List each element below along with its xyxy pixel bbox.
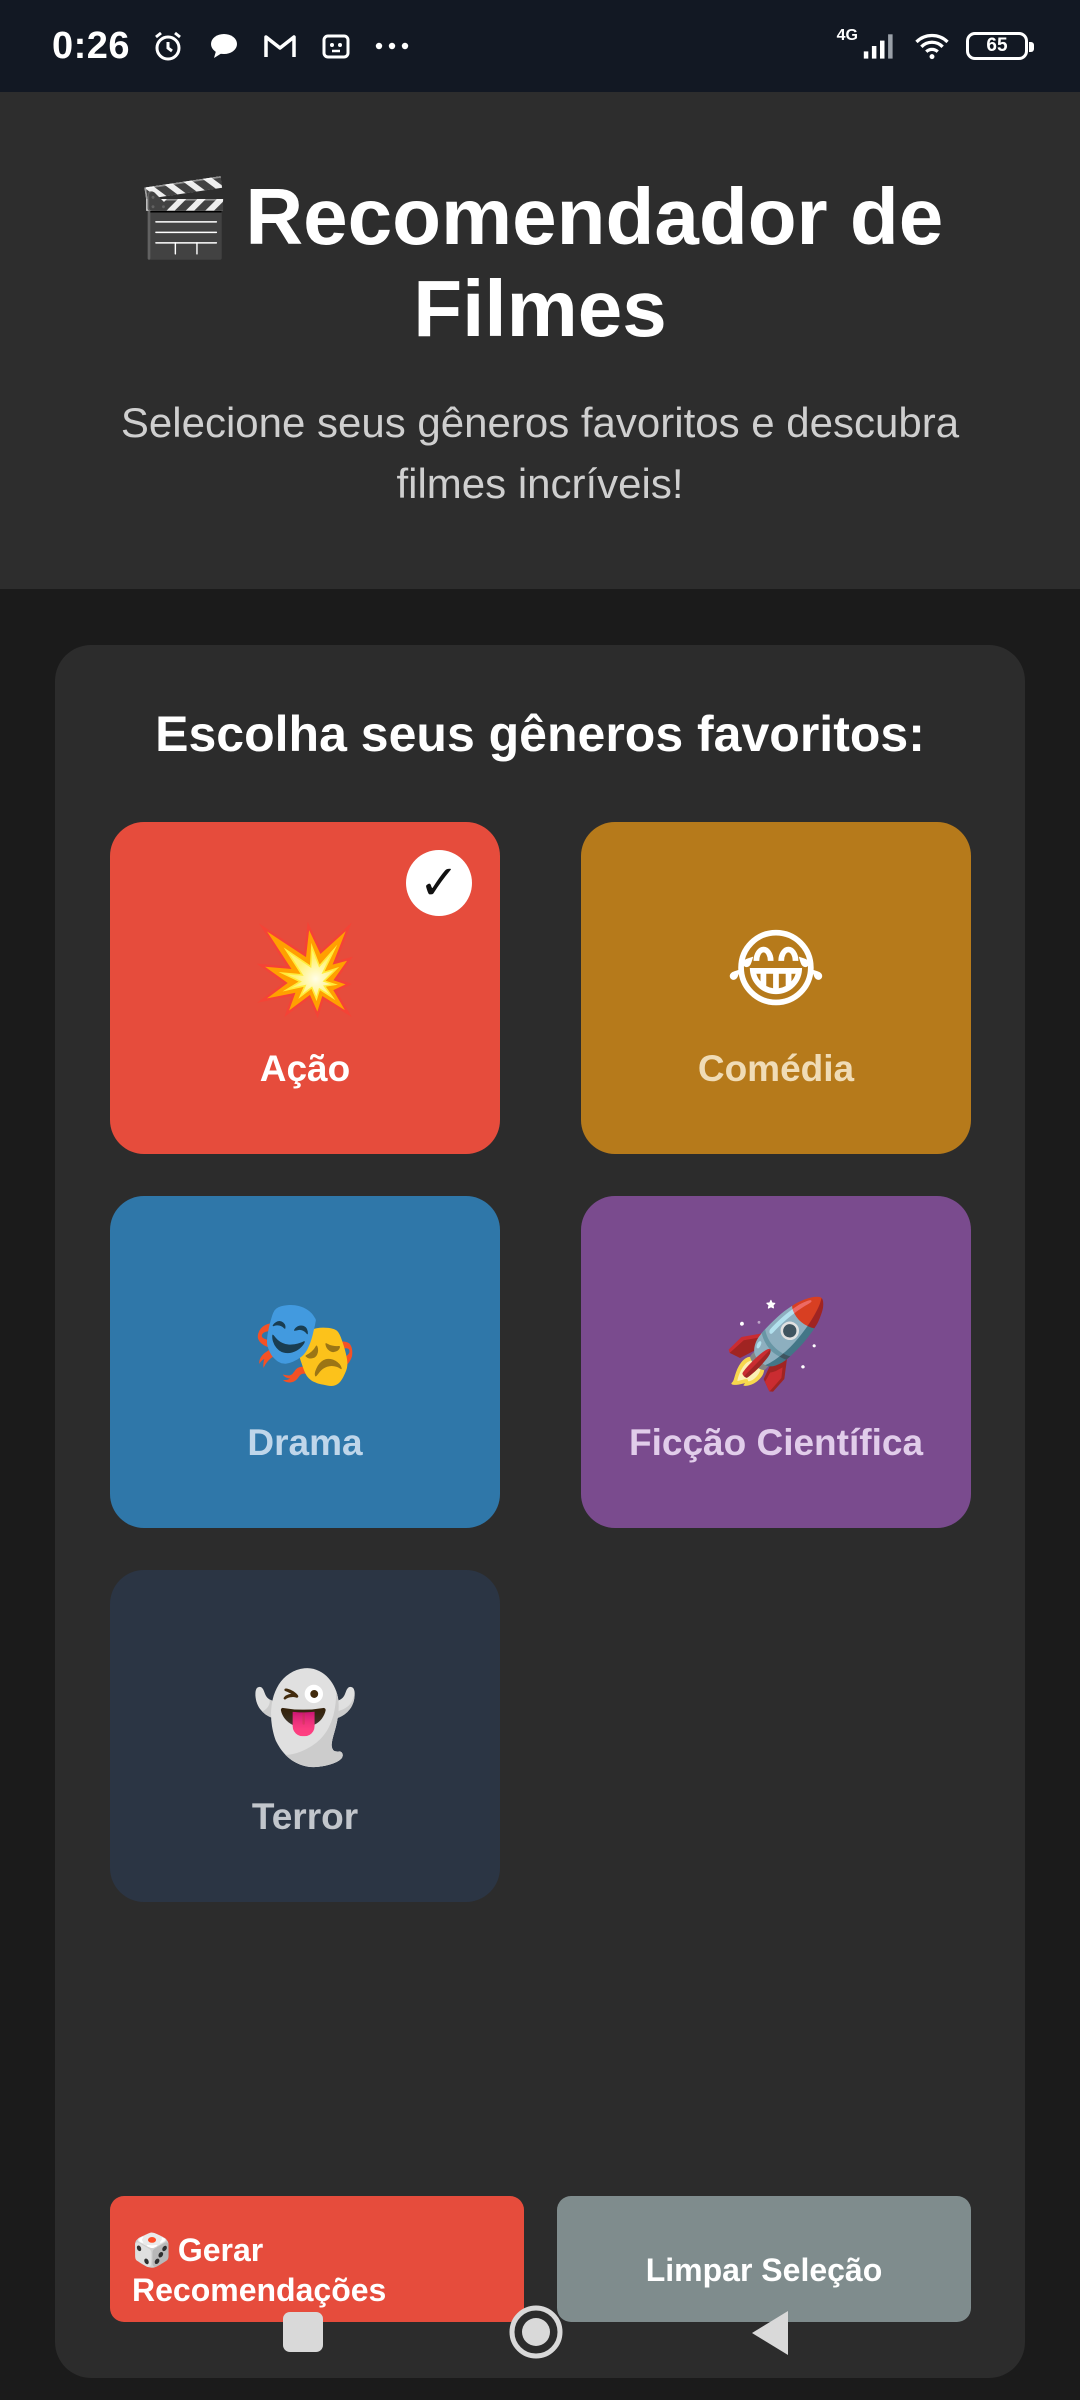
gmail-icon [262,28,298,64]
more-dots-icon [374,28,410,64]
status-bar: 0:26 4G 65 [0,0,1080,92]
alarm-icon [150,28,186,64]
genre-option-ficcao-cientifica[interactable]: 🚀 Ficção Científica [581,1196,971,1528]
screen: 0:26 4G 65 🎬 Recomendador de Filmes Sele… [0,0,1080,2400]
genre-option-acao[interactable]: ✓ 💥 Ação [110,822,500,1154]
dice-icon: 🎲 [132,2232,172,2268]
genre-card: Escolha seus gêneros favoritos: ✓ 💥 Ação… [55,645,1025,2378]
network-type-label: 4G [836,27,858,44]
genre-label: Drama [247,1422,363,1463]
genre-label: Comédia [697,1048,855,1089]
app-title: 🎬 Recomendador de Filmes [90,172,990,354]
app-header: 🎬 Recomendador de Filmes Selecione seus g… [0,92,1080,589]
genre-label: Terror [251,1796,359,1837]
genre-option-drama[interactable]: 🎭 Drama [110,1196,500,1528]
app-title-text: Recomendador de Filmes [245,172,944,353]
battery-indicator: 65 [966,32,1034,60]
genre-option-terror[interactable]: 👻 Terror [110,1570,500,1902]
status-left: 0:26 [52,25,410,68]
selected-check-icon: ✓ [406,850,472,916]
app-subtitle: Selecione seus gêneros favoritos e descu… [120,399,960,507]
navigation-bar [0,2290,1080,2376]
genre-label: Ação [259,1048,351,1089]
theater-masks-icon: 🎭 [251,1296,359,1392]
clapperboard-icon: 🎬 [136,176,232,261]
recents-square-icon[interactable] [283,2312,323,2352]
collision-icon: 💥 [251,922,359,1018]
status-time: 0:26 [52,24,131,67]
ghost-icon: 👻 [251,1670,359,1766]
wifi-icon [914,28,950,64]
robot-icon [318,28,354,64]
status-right: 4G 65 [836,27,1034,64]
home-circle-icon[interactable] [508,2304,564,2360]
genre-label: Ficção Científica [628,1422,924,1463]
section-title: Escolha seus gêneros favoritos: [155,706,925,762]
cellular-signal-icon [862,28,898,64]
laughing-face-icon: 😂 [725,922,827,1018]
genre-option-comedia[interactable]: 😂 Comédia [581,822,971,1154]
back-triangle-icon[interactable] [748,2308,792,2358]
rocket-icon: 🚀 [722,1296,830,1392]
chat-bubble-icon [206,28,242,64]
